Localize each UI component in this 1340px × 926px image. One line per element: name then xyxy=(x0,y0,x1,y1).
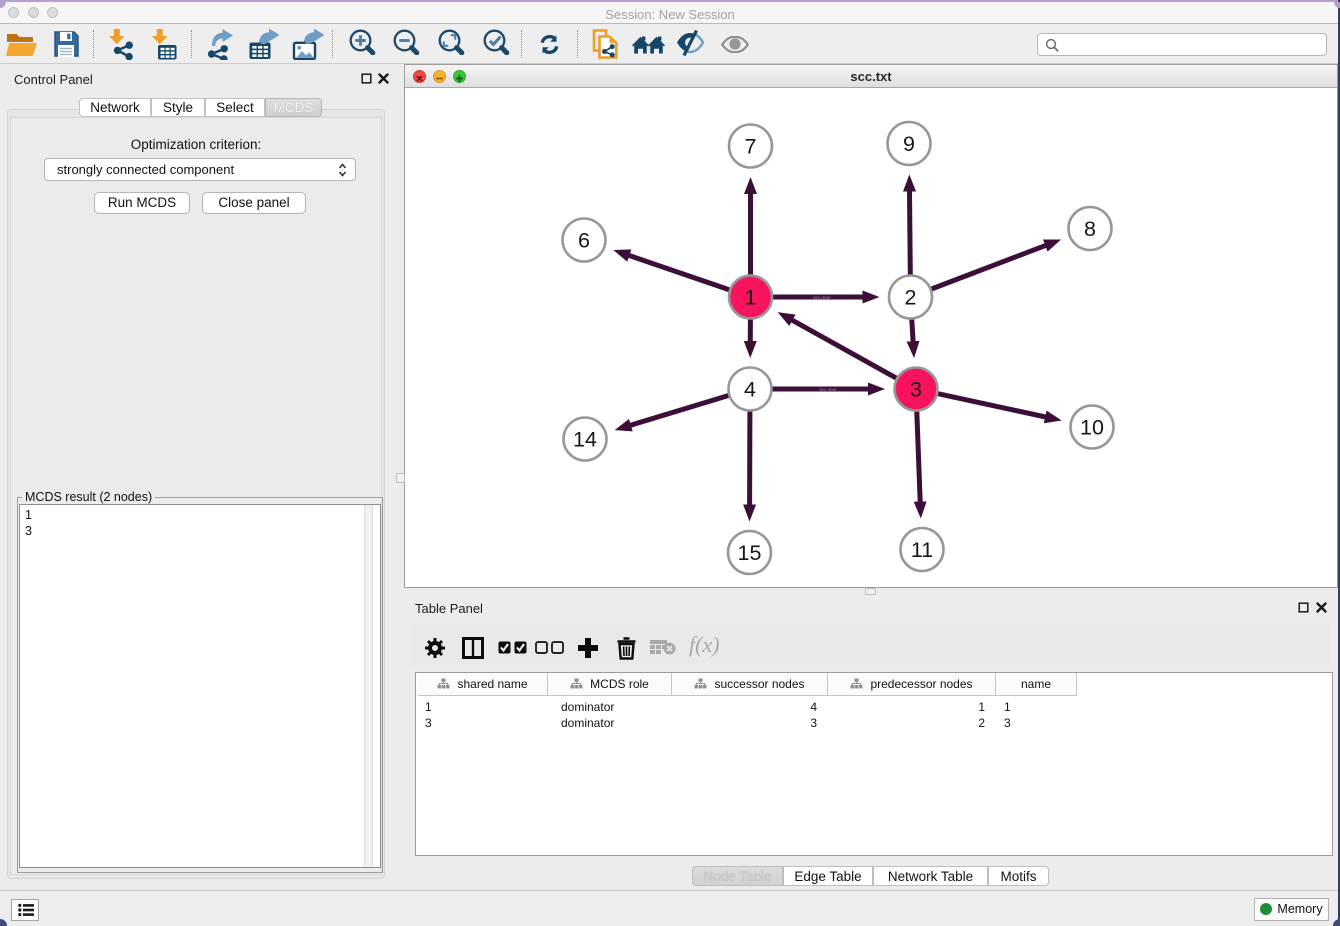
svg-text:10: 10 xyxy=(1080,416,1104,440)
svg-text:6: 6 xyxy=(578,229,590,253)
svg-text:2: 2 xyxy=(905,286,917,310)
svg-text:15: 15 xyxy=(738,541,762,565)
svg-text:1: 1 xyxy=(745,286,757,310)
svg-text:3: 3 xyxy=(910,378,922,402)
svg-text:7: 7 xyxy=(745,135,757,159)
svg-text:11: 11 xyxy=(911,538,933,562)
svg-text:9: 9 xyxy=(903,132,915,156)
svg-text:8: 8 xyxy=(1084,217,1096,241)
svg-text:scc=true: scc=true xyxy=(813,295,831,300)
svg-text:4: 4 xyxy=(744,378,756,402)
svg-text:14: 14 xyxy=(573,428,597,452)
svg-text:scc=true: scc=true xyxy=(819,387,837,392)
